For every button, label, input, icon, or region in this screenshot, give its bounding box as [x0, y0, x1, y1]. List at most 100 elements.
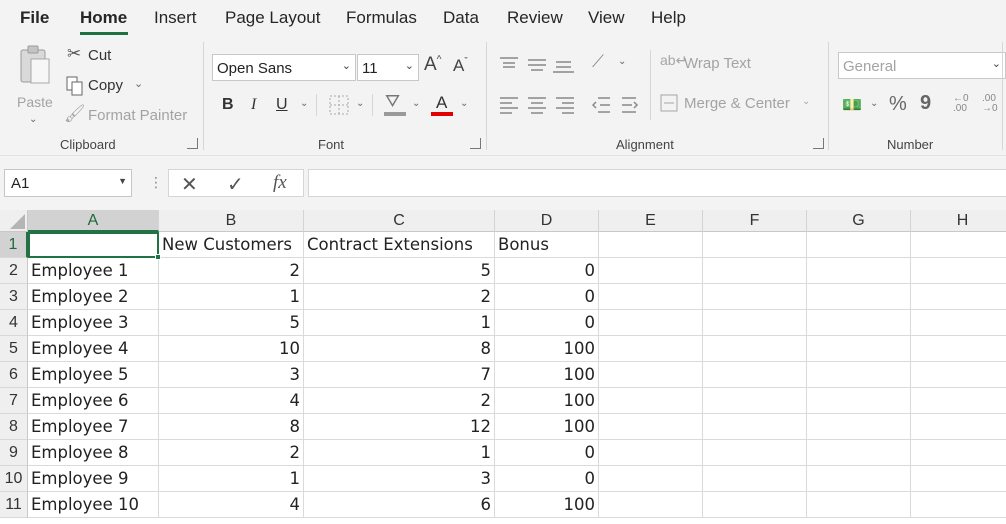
- copy-button[interactable]: Copy ⌄: [64, 74, 148, 98]
- cell-g2[interactable]: [807, 258, 911, 284]
- orientation-icon[interactable]: ⟋: [592, 52, 604, 72]
- cell-d3[interactable]: 0: [495, 284, 599, 310]
- cell-g10[interactable]: [807, 466, 911, 492]
- row-header[interactable]: 11: [0, 492, 28, 518]
- drag-handle-icon[interactable]: ⋮: [149, 174, 163, 191]
- column-header-h[interactable]: H: [911, 210, 1006, 232]
- merge-center-button[interactable]: Merge & Center ⌄: [660, 92, 812, 116]
- column-header-d[interactable]: D: [495, 210, 599, 232]
- enter-icon[interactable]: ✓: [227, 172, 244, 197]
- tab-help[interactable]: Help: [651, 8, 686, 28]
- cell-d9[interactable]: 0: [495, 440, 599, 466]
- underline-button[interactable]: U: [276, 96, 288, 114]
- cell-e6[interactable]: [599, 362, 703, 388]
- cell-f9[interactable]: [703, 440, 807, 466]
- row-header[interactable]: 5: [0, 336, 28, 362]
- cell-d4[interactable]: 0: [495, 310, 599, 336]
- cell-b9[interactable]: 2: [159, 440, 304, 466]
- row-header[interactable]: 8: [0, 414, 28, 440]
- cell-d1[interactable]: Bonus: [495, 232, 599, 258]
- cell-d8[interactable]: 100: [495, 414, 599, 440]
- cell-c4[interactable]: 1: [304, 310, 495, 336]
- cell-c2[interactable]: 5: [304, 258, 495, 284]
- currency-icon[interactable]: 💵: [842, 95, 862, 115]
- cancel-icon[interactable]: ✕: [181, 172, 198, 197]
- cell-f6[interactable]: [703, 362, 807, 388]
- cell-h7[interactable]: [911, 388, 1006, 414]
- cell-f5[interactable]: [703, 336, 807, 362]
- underline-dropdown-icon[interactable]: ⌄: [300, 98, 308, 109]
- column-header-a[interactable]: A: [28, 210, 159, 232]
- cell-f2[interactable]: [703, 258, 807, 284]
- cell-h10[interactable]: [911, 466, 1006, 492]
- cell-b3[interactable]: 1: [159, 284, 304, 310]
- cell-e8[interactable]: [599, 414, 703, 440]
- cell-d10[interactable]: 0: [495, 466, 599, 492]
- cell-g4[interactable]: [807, 310, 911, 336]
- percent-style-button[interactable]: %: [889, 93, 907, 116]
- cell-e4[interactable]: [599, 310, 703, 336]
- cell-g8[interactable]: [807, 414, 911, 440]
- tab-file[interactable]: File: [20, 8, 49, 28]
- cell-h8[interactable]: [911, 414, 1006, 440]
- cell-e9[interactable]: [599, 440, 703, 466]
- select-all-button[interactable]: [0, 210, 28, 232]
- cell-e5[interactable]: [599, 336, 703, 362]
- cell-b10[interactable]: 1: [159, 466, 304, 492]
- alignment-launcher-icon[interactable]: [813, 138, 824, 149]
- wrap-text-button[interactable]: ab↵ Wrap Text: [660, 52, 760, 76]
- formula-input[interactable]: [308, 169, 1006, 197]
- cell-e11[interactable]: [599, 492, 703, 518]
- cell-f11[interactable]: [703, 492, 807, 518]
- cell-a1[interactable]: [28, 232, 159, 258]
- cell-c8[interactable]: 12: [304, 414, 495, 440]
- cell-c11[interactable]: 6: [304, 492, 495, 518]
- cell-a9[interactable]: Employee 8: [28, 440, 159, 466]
- column-header-f[interactable]: F: [703, 210, 807, 232]
- cell-a4[interactable]: Employee 3: [28, 310, 159, 336]
- borders-icon[interactable]: [329, 95, 349, 115]
- vertical-align-icons[interactable]: [500, 56, 580, 74]
- cell-e3[interactable]: [599, 284, 703, 310]
- tab-data[interactable]: Data: [443, 8, 479, 28]
- cell-h3[interactable]: [911, 284, 1006, 310]
- font-color-dropdown-icon[interactable]: ⌄: [460, 98, 468, 109]
- cell-b8[interactable]: 8: [159, 414, 304, 440]
- cell-b1[interactable]: New Customers: [159, 232, 304, 258]
- cut-button[interactable]: ✂ Cut: [64, 44, 124, 68]
- format-painter-button[interactable]: 🖌 Format Painter: [64, 104, 188, 128]
- cell-g5[interactable]: [807, 336, 911, 362]
- row-header[interactable]: 2: [0, 258, 28, 284]
- cell-e1[interactable]: [599, 232, 703, 258]
- increase-decimal-icon[interactable]: ←0.00: [953, 94, 969, 114]
- cell-a8[interactable]: Employee 7: [28, 414, 159, 440]
- cell-h11[interactable]: [911, 492, 1006, 518]
- orientation-dropdown-icon[interactable]: ⌄: [618, 56, 626, 67]
- cell-g1[interactable]: [807, 232, 911, 258]
- cell-c1[interactable]: Contract Extensions: [304, 232, 495, 258]
- fill-color-dropdown-icon[interactable]: ⌄: [412, 98, 420, 109]
- cell-d6[interactable]: 100: [495, 362, 599, 388]
- number-format-dropdown[interactable]: General ⌄: [838, 52, 1006, 79]
- name-box[interactable]: A1 ▼: [4, 169, 132, 197]
- cell-a2[interactable]: Employee 1: [28, 258, 159, 284]
- cell-a11[interactable]: Employee 10: [28, 492, 159, 518]
- row-header[interactable]: 1: [0, 232, 28, 258]
- cell-b11[interactable]: 4: [159, 492, 304, 518]
- font-name-dropdown[interactable]: Open Sans ⌄: [212, 54, 356, 81]
- row-header[interactable]: 3: [0, 284, 28, 310]
- cell-c6[interactable]: 7: [304, 362, 495, 388]
- cell-e7[interactable]: [599, 388, 703, 414]
- cell-g7[interactable]: [807, 388, 911, 414]
- cell-b4[interactable]: 5: [159, 310, 304, 336]
- cell-f1[interactable]: [703, 232, 807, 258]
- tab-insert[interactable]: Insert: [154, 8, 197, 28]
- cell-d11[interactable]: 100: [495, 492, 599, 518]
- cell-b7[interactable]: 4: [159, 388, 304, 414]
- horizontal-align-icons[interactable]: [500, 96, 580, 114]
- cell-d5[interactable]: 100: [495, 336, 599, 362]
- cell-h6[interactable]: [911, 362, 1006, 388]
- cell-h9[interactable]: [911, 440, 1006, 466]
- cell-f10[interactable]: [703, 466, 807, 492]
- row-header[interactable]: 7: [0, 388, 28, 414]
